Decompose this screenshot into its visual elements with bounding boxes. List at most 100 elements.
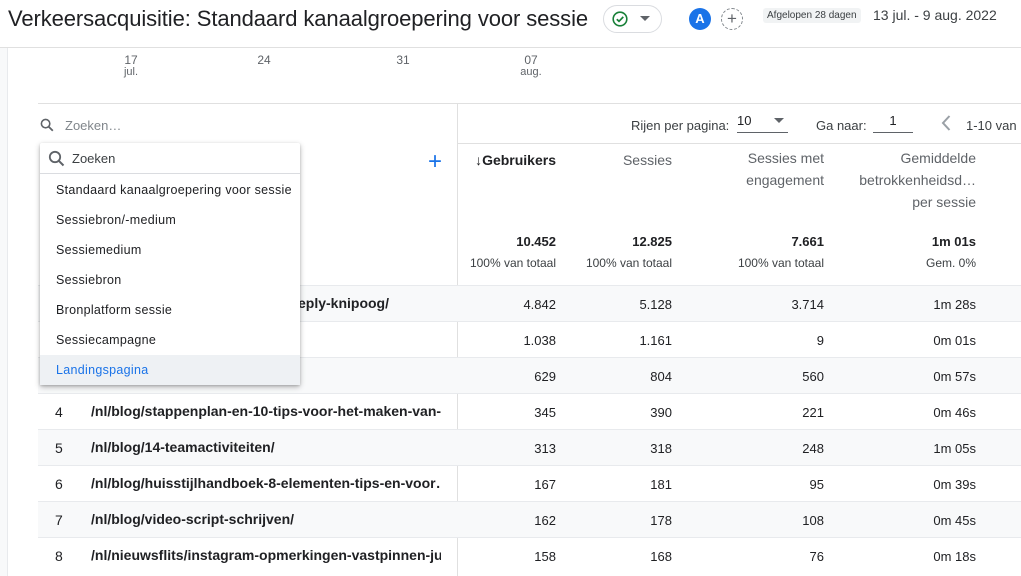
row-sessions: 318	[650, 441, 672, 456]
pagination-range: 1-10 van	[966, 118, 1017, 133]
row-avg-engagement: 0m 57s	[933, 369, 976, 384]
row-engaged-sessions: 248	[802, 441, 824, 456]
row-avg-engagement: 0m 39s	[933, 477, 976, 492]
dropdown-option[interactable]: Sessiebron	[40, 265, 300, 295]
total-value: 10.452	[516, 234, 556, 249]
x-axis-tick-day: 17	[124, 53, 138, 67]
row-index: 5	[55, 440, 63, 456]
row-sessions: 5.128	[639, 297, 672, 312]
add-dimension-button[interactable]: +	[428, 150, 442, 174]
x-axis-tick-month: aug.	[520, 66, 542, 78]
row-engaged-sessions: 108	[802, 513, 824, 528]
row-users: 629	[534, 369, 556, 384]
x-axis-tick-day: 31	[396, 53, 410, 67]
dropdown-search-label: Zoeken	[72, 151, 116, 166]
date-range-picker[interactable]: 13 jul. - 9 aug. 2022	[873, 7, 997, 23]
total-percent: 100% van totaal	[469, 256, 556, 270]
x-axis-tick: 07 aug.	[511, 54, 551, 78]
row-avg-engagement: 0m 46s	[933, 405, 976, 420]
report-title: Verkeersacquisitie: Standaard kanaalgroe…	[8, 6, 588, 31]
row-dimension[interactable]: /nl/nieuwsflits/instagram-opmerkingen-va…	[91, 547, 441, 563]
x-axis-tick-day: 07	[524, 53, 538, 67]
row-users: 162	[534, 513, 556, 528]
row-index: 8	[55, 548, 63, 564]
x-axis-tick: 31	[383, 54, 423, 66]
chevron-down-icon	[640, 16, 650, 21]
table-search-input[interactable]: Zoeken…	[65, 118, 121, 133]
dimension-dropdown: Zoeken Standaard kanaalgroepering voor s…	[40, 143, 300, 385]
table-row[interactable]: 5 /nl/blog/14-teamactiviteiten/ 313 318 …	[38, 429, 1021, 465]
rows-per-page-label: Rijen per pagina:	[631, 118, 730, 133]
row-sessions: 1.161	[639, 333, 672, 348]
chevron-left-icon[interactable]	[940, 114, 952, 132]
dropdown-option[interactable]: Sessiebron/-medium	[40, 205, 300, 235]
add-comparison-button[interactable]: +	[721, 8, 743, 30]
row-sessions: 181	[650, 477, 672, 492]
row-users: 1.038	[523, 333, 556, 348]
header-divider	[458, 143, 1021, 144]
search-icon	[40, 118, 54, 132]
table-row[interactable]: 7 /nl/blog/video-script-schrijven/ 162 1…	[38, 501, 1021, 537]
rows-per-page-select[interactable]: 10	[737, 113, 788, 133]
row-avg-engagement: 0m 45s	[933, 513, 976, 528]
row-engaged-sessions: 76	[809, 549, 824, 564]
report-status-menu[interactable]	[603, 5, 662, 33]
dropdown-option[interactable]: Sessiecampagne	[40, 325, 300, 355]
total-value: 7.661	[791, 234, 824, 249]
table-top-border	[38, 103, 1021, 104]
check-circle-icon	[612, 11, 628, 27]
row-dimension[interactable]: /nl/blog/14-teamactiviteiten/	[91, 439, 441, 455]
dropdown-option[interactable]: Standaard kanaalgroepering voor sessie	[40, 175, 300, 205]
table-row[interactable]: 4 /nl/blog/stappenplan-en-10-tips-voor-h…	[38, 393, 1021, 429]
dropdown-search-field[interactable]: Zoeken	[40, 143, 300, 174]
dropdown-option-active[interactable]: Landingspagina	[40, 355, 300, 385]
rows-per-page-value: 10	[737, 113, 752, 128]
column-header-avg-engagement[interactable]: Gemiddelde betrokkenheidsd… per sessie	[850, 147, 976, 213]
total-value: 1m 01s	[931, 234, 976, 249]
total-percent: 100% van totaal	[737, 256, 824, 270]
row-users: 345	[534, 405, 556, 420]
row-users: 313	[534, 441, 556, 456]
row-sessions: 168	[650, 549, 672, 564]
row-dimension[interactable]: /nl/blog/huisstijlhandboek-8-elementen-t…	[91, 475, 441, 491]
dropdown-option[interactable]: Bronplatform sessie	[40, 295, 300, 325]
column-header-users[interactable]: ↓Gebruikers	[460, 149, 556, 171]
row-engaged-sessions: 221	[802, 405, 824, 420]
row-users: 158	[534, 549, 556, 564]
dropdown-option[interactable]: Sessiemedium	[40, 235, 300, 265]
column-header-sessions[interactable]: Sessies	[572, 149, 672, 171]
row-engaged-sessions: 9	[816, 333, 824, 348]
total-value: 12.825	[632, 234, 672, 249]
row-avg-engagement: 1m 28s	[933, 297, 976, 312]
left-rail	[0, 48, 8, 576]
table-row[interactable]: 6 /nl/blog/huisstijlhandboek-8-elementen…	[38, 465, 1021, 501]
comparison-avatar[interactable]: A	[689, 8, 711, 30]
goto-label: Ga naar:	[816, 118, 867, 133]
report-page: Verkeersacquisitie: Standaard kanaalgroe…	[0, 0, 1021, 576]
x-axis-tick-day: 24	[257, 53, 271, 67]
row-dimension[interactable]: /nl/blog/video-script-schrijven/	[91, 511, 441, 527]
report-header: Verkeersacquisitie: Standaard kanaalgroe…	[0, 0, 1021, 48]
row-index: 4	[55, 404, 63, 420]
row-engaged-sessions: 95	[809, 477, 824, 492]
total-percent: Gem. 0%	[925, 256, 976, 270]
row-users: 4.842	[523, 297, 556, 312]
row-sessions: 804	[650, 369, 672, 384]
row-avg-engagement: 0m 01s	[933, 333, 976, 348]
row-index: 7	[55, 512, 63, 528]
row-avg-engagement: 0m 18s	[933, 549, 976, 564]
x-axis-tick-month: jul.	[123, 66, 139, 78]
search-icon	[48, 150, 65, 167]
row-sessions: 390	[650, 405, 672, 420]
goto-page-input[interactable]: 1	[873, 113, 913, 133]
row-engaged-sessions: 3.714	[791, 297, 824, 312]
row-index: 6	[55, 476, 63, 492]
date-preset-chip[interactable]: Afgelopen 28 dagen	[763, 8, 861, 23]
row-dimension[interactable]: /nl/blog/stappenplan-en-10-tips-voor-het…	[91, 403, 441, 419]
chevron-down-icon	[774, 118, 784, 123]
x-axis-tick: 17 jul.	[111, 54, 151, 78]
table-row[interactable]: 8 /nl/nieuwsflits/instagram-opmerkingen-…	[38, 537, 1021, 576]
row-users: 167	[534, 477, 556, 492]
column-header-engaged-sessions[interactable]: Sessies met engagement	[706, 147, 824, 191]
x-axis-tick: 24	[244, 54, 284, 66]
